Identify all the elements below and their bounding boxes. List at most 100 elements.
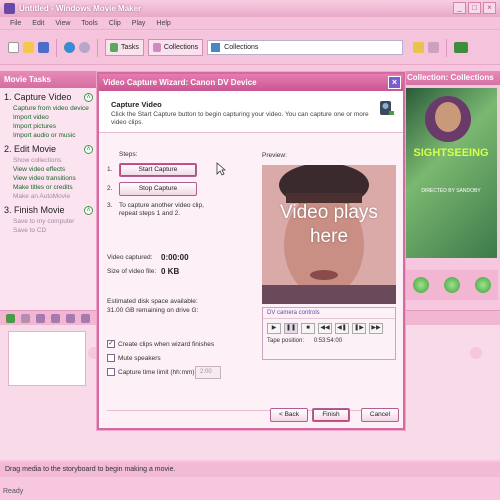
task-import-pictures[interactable]: Import pictures bbox=[0, 122, 98, 131]
dv-pause-icon[interactable]: ❚❚ bbox=[284, 323, 298, 334]
preview-controls bbox=[406, 270, 498, 300]
video-captured-label: Video captured: bbox=[107, 254, 153, 261]
dv-rewind-icon[interactable]: ◀◀ bbox=[318, 323, 332, 334]
transition-slot[interactable] bbox=[470, 347, 482, 359]
stop-icon[interactable] bbox=[443, 277, 460, 293]
task-show-collections: Show collections bbox=[13, 157, 62, 164]
maximize-button[interactable]: □ bbox=[468, 2, 481, 14]
collections-dropdown[interactable]: Collections bbox=[207, 40, 404, 55]
mute-speakers-checkbox[interactable]: Mute speakers bbox=[107, 354, 161, 362]
collapse-icon[interactable]: ˄ bbox=[84, 92, 93, 102]
checkbox-checked[interactable]: ✓ bbox=[107, 340, 115, 348]
section-finish-movie[interactable]: 3. Finish Movie ˄ bbox=[0, 201, 98, 217]
new-folder-icon[interactable] bbox=[428, 42, 440, 53]
window-title: Untitled - Windows Movie Maker bbox=[19, 4, 142, 13]
narration-icon[interactable] bbox=[21, 313, 30, 323]
wizard-heading: Capture Video bbox=[111, 100, 162, 109]
task-capture-from-device[interactable]: Capture from video device bbox=[0, 104, 98, 113]
dv-controls-label: DV camera controls bbox=[263, 308, 395, 319]
new-project-icon[interactable] bbox=[8, 42, 19, 53]
status-bar: Ready bbox=[3, 488, 24, 495]
task-import-audio[interactable]: Import audio or music bbox=[0, 131, 98, 140]
section-edit-movie[interactable]: 2. Edit Movie ˄ bbox=[0, 140, 98, 156]
start-capture-button[interactable]: Start Capture bbox=[119, 163, 197, 177]
play-icon[interactable] bbox=[413, 277, 430, 293]
timeline-icon[interactable] bbox=[6, 313, 15, 323]
zoom-in-icon[interactable] bbox=[36, 313, 45, 323]
save-project-icon[interactable] bbox=[38, 42, 49, 53]
menu-edit[interactable]: Edit bbox=[32, 20, 44, 27]
video-preview: Video plays here bbox=[262, 165, 396, 304]
menu-view[interactable]: View bbox=[55, 20, 70, 27]
task-video-effects[interactable]: View video effects bbox=[0, 165, 98, 174]
redo-icon[interactable] bbox=[79, 42, 90, 53]
rewind-storyboard-icon[interactable] bbox=[66, 313, 75, 323]
thumbnail-title: SIGHTSEEING bbox=[413, 147, 489, 159]
title-bar: Untitled - Windows Movie Maker _ □ × bbox=[0, 0, 500, 17]
checkbox-unchecked[interactable] bbox=[107, 354, 115, 362]
toolbar: Tasks Collections Collections bbox=[0, 31, 500, 65]
step-2-number: 2. bbox=[107, 185, 113, 192]
task-save-computer: Save to my computer bbox=[13, 218, 75, 225]
video-placeholder-text: Video plays here bbox=[280, 202, 378, 247]
task-titles-credits[interactable]: Make titles or credits bbox=[0, 183, 98, 192]
dv-stop-icon[interactable]: ■ bbox=[301, 323, 315, 334]
capture-time-limit-checkbox[interactable]: Capture time limit (hh:mm): bbox=[107, 368, 196, 376]
preview-label: Preview: bbox=[262, 152, 287, 159]
disk-space-value: 31.00 GB remaining on drive G: bbox=[107, 307, 199, 314]
time-limit-spinner[interactable]: 2:00 bbox=[195, 366, 221, 379]
dv-camera-controls: DV camera controls ▶ ❚❚ ■ ◀◀ ◀❚ ❚▶ ▶▶ Ta… bbox=[262, 307, 396, 360]
wizard-divider bbox=[107, 410, 397, 411]
camcorder-icon bbox=[380, 101, 394, 115]
video-capture-wizard: Video Capture Wizard: Canon DV Device × … bbox=[97, 72, 405, 430]
collections-icon bbox=[152, 43, 161, 52]
menu-file[interactable]: File bbox=[10, 20, 21, 27]
dv-fast-forward-icon[interactable]: ▶▶ bbox=[369, 323, 383, 334]
tasks-button[interactable]: Tasks bbox=[105, 39, 144, 56]
cancel-button[interactable]: Cancel bbox=[361, 408, 399, 422]
collections-button[interactable]: Collections bbox=[147, 39, 204, 56]
video-captured-value: 0:00:00 bbox=[161, 253, 189, 262]
menu-help[interactable]: Help bbox=[156, 20, 170, 27]
task-import-video[interactable]: Import video bbox=[0, 113, 98, 122]
checkbox-unchecked[interactable] bbox=[107, 368, 115, 376]
wizard-header: Capture Video Click the Start Capture bu… bbox=[99, 91, 403, 133]
finish-button[interactable]: Finish bbox=[312, 408, 350, 422]
collection-thumbnail[interactable]: SIGHTSEEING DIRECTED BY SANDOBY bbox=[405, 88, 497, 258]
up-folder-icon[interactable] bbox=[413, 42, 425, 53]
create-clips-checkbox[interactable]: ✓ Create clips when wizard finishes bbox=[107, 340, 214, 348]
back-button[interactable]: < Back bbox=[270, 408, 308, 422]
collection-header: Collection: Collections bbox=[403, 71, 500, 85]
dv-previous-frame-icon[interactable]: ◀❚ bbox=[335, 323, 349, 334]
views-icon[interactable] bbox=[454, 42, 469, 53]
mouse-cursor-icon bbox=[216, 162, 226, 176]
task-video-transitions[interactable]: View video transitions bbox=[0, 174, 98, 183]
tasks-icon bbox=[110, 43, 118, 52]
storyboard-cell[interactable] bbox=[8, 331, 86, 386]
undo-icon[interactable] bbox=[64, 42, 75, 53]
size-value: 0 KB bbox=[161, 267, 180, 276]
play-storyboard-icon[interactable] bbox=[81, 313, 90, 323]
menu-clip[interactable]: Clip bbox=[109, 20, 121, 27]
collapse-icon[interactable]: ˄ bbox=[84, 205, 93, 215]
dv-play-icon[interactable]: ▶ bbox=[267, 323, 281, 334]
collapse-icon[interactable]: ˄ bbox=[84, 144, 93, 154]
section-capture-video[interactable]: 1. Capture Video ˄ bbox=[0, 88, 98, 104]
menu-bar: File Edit View Tools Clip Play Help bbox=[0, 17, 500, 30]
stop-capture-button[interactable]: Stop Capture bbox=[119, 182, 197, 196]
fullscreen-icon[interactable] bbox=[474, 277, 491, 293]
wizard-close-button[interactable]: × bbox=[388, 76, 401, 89]
menu-tools[interactable]: Tools bbox=[81, 20, 97, 27]
tape-position: Tape position: 0:53:54:00 bbox=[267, 338, 343, 344]
dv-next-frame-icon[interactable]: ❚▶ bbox=[352, 323, 366, 334]
thumbnail-credit: DIRECTED BY SANDOBY bbox=[421, 188, 481, 194]
folder-icon bbox=[211, 43, 221, 52]
close-button[interactable]: × bbox=[483, 2, 496, 14]
minimize-button[interactable]: _ bbox=[453, 2, 466, 14]
zoom-out-icon[interactable] bbox=[51, 313, 60, 323]
open-project-icon[interactable] bbox=[23, 42, 34, 53]
menu-play[interactable]: Play bbox=[132, 20, 146, 27]
wizard-title-bar: Video Capture Wizard: Canon DV Device × bbox=[99, 74, 403, 91]
wizard-description: Click the Start Capture button to begin … bbox=[111, 111, 369, 126]
steps-label: Steps: bbox=[119, 151, 138, 158]
